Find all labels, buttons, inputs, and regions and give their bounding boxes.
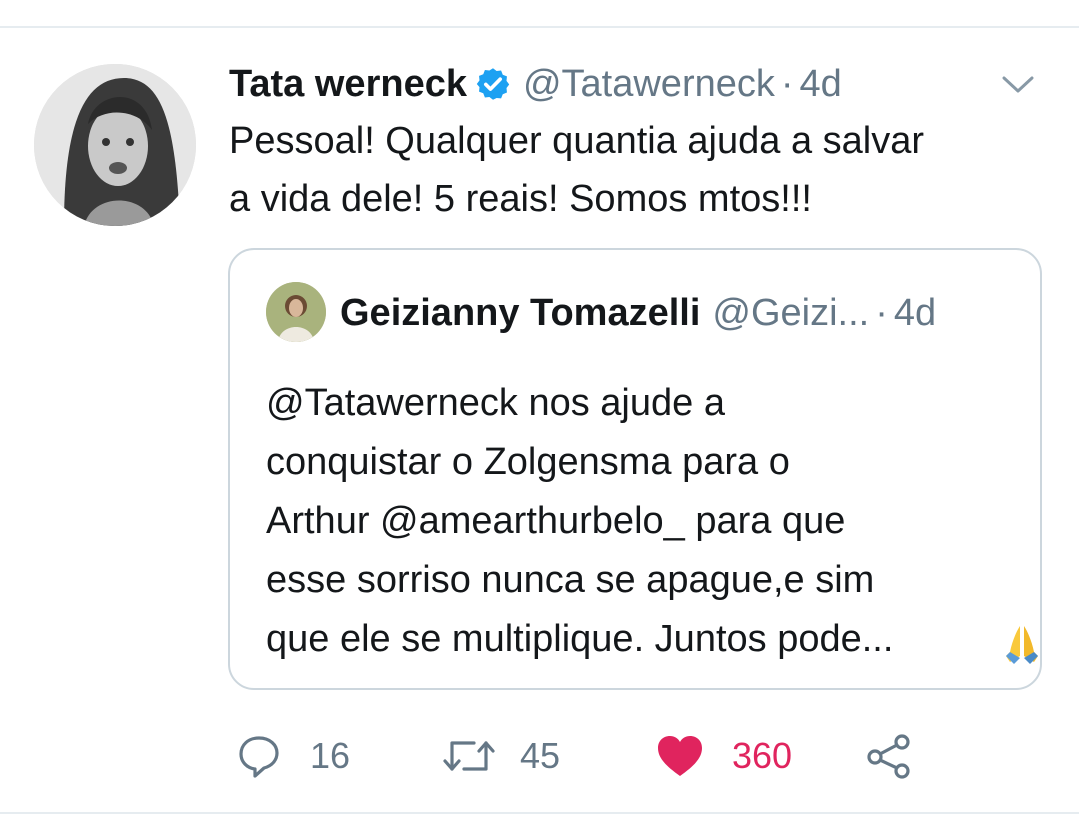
reply-icon [236,733,282,779]
quoted-tweet-header: Geizianny Tomazelli @Geizi... · 4d [340,286,936,340]
top-divider [0,26,1079,28]
share-icon [864,731,914,781]
tweet-actions: 16 45 360 [0,724,1079,788]
author-name[interactable]: Tata werneck [229,63,467,106]
retweet-button[interactable]: 45 [442,724,560,788]
quoted-tweet-card[interactable]: Geizianny Tomazelli @Geizi... · 4d @Tata… [228,248,1042,690]
author-handle[interactable]: @Tatawerneck [523,63,775,106]
quoted-author-avatar[interactable] [266,282,326,342]
reply-count: 16 [310,735,351,776]
separator-dot: · [780,62,794,105]
chevron-down-icon[interactable] [998,66,1038,102]
share-button[interactable] [864,724,914,788]
folded-hands-emoji-icon [1000,622,1044,666]
tweet-text: Pessoal! Qualquer quantia ajuda a salvar… [229,120,925,220]
quoted-tweet-text: @Tatawerneck nos ajude a conquistar o Zo… [266,382,894,660]
retweet-icon [442,733,496,779]
like-button[interactable]: 360 [656,724,792,788]
retweet-count: 45 [520,735,561,776]
heart-icon [656,734,704,778]
like-count: 360 [732,735,793,776]
quoted-tweet-time[interactable]: 4d [894,292,936,335]
tweet-screen: Tata werneck @Tatawerneck · 4d Pessoal! … [0,0,1079,823]
quoted-author-name[interactable]: Geizianny Tomazelli [340,292,700,335]
bottom-divider [0,812,1079,814]
quoted-author-handle[interactable]: @Geizi... [712,292,869,335]
tweet-header: Tata werneck @Tatawerneck · 4d [229,58,842,110]
tweet-time[interactable]: 4d [800,63,842,106]
quoted-separator-dot: · [875,291,888,334]
reply-button[interactable]: 16 [236,724,350,788]
verified-badge-icon [475,66,511,102]
author-avatar[interactable] [34,64,196,226]
